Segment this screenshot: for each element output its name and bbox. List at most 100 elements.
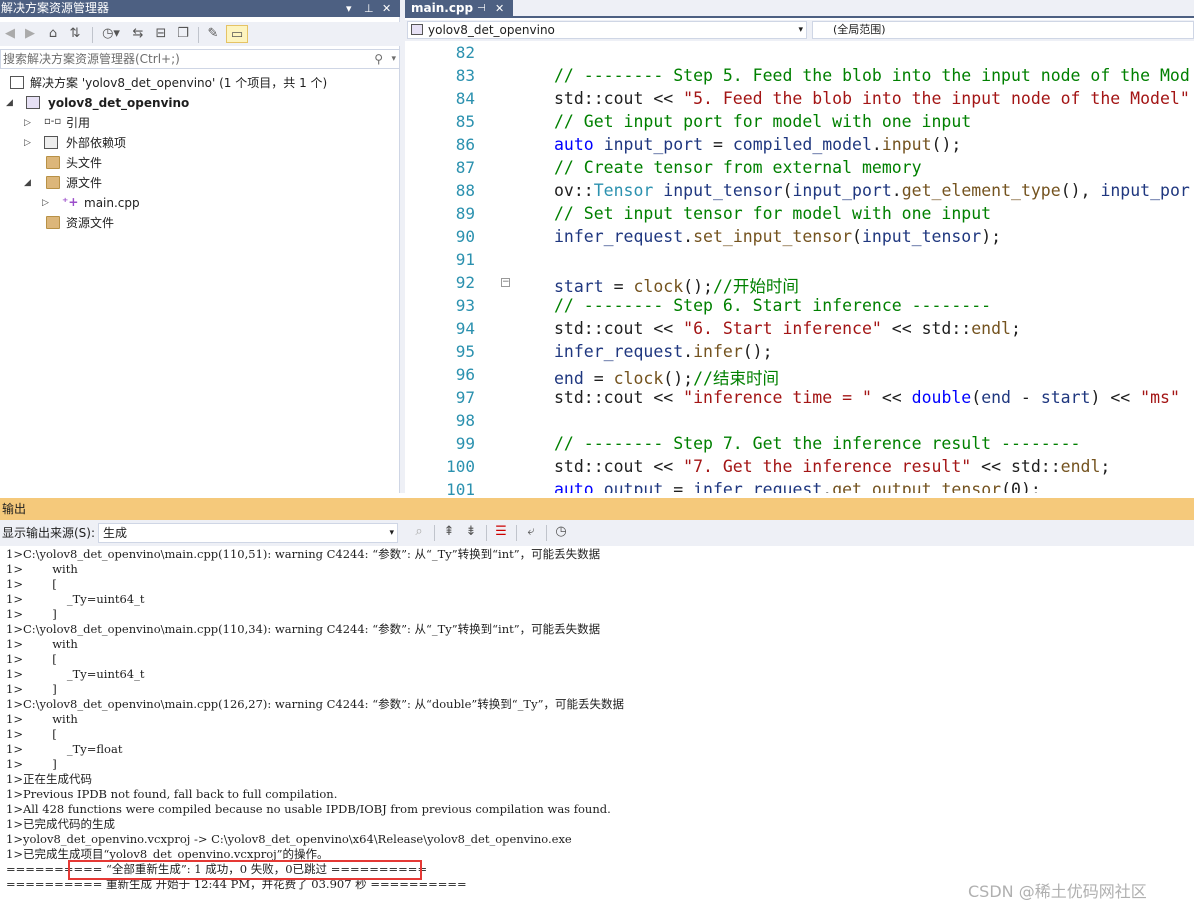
output-line: 1> _Ty=uint64_t [6,667,145,681]
output-source-dropdown[interactable]: 生成 ▾ [98,523,398,543]
line-number: 92 [455,273,475,292]
output-line: 1> with [6,637,78,651]
tree-item-source-files[interactable]: ◢ 源文件 [0,173,400,193]
tree-item-label: 头文件 [66,156,103,170]
switch-view-icon[interactable]: ⇅ [66,25,84,43]
line-number-gutter: 82 83 84 85 86 87 88 89 90 91 92 93 94 95 96 97 98 99 100 1… [405,41,510,499]
preview-selected-icon[interactable]: ▭ [226,25,248,43]
clock-icon[interactable]: ◷ [552,523,570,541]
code-line: auto input_port = compiled_model.input()… [554,135,962,154]
solution-explorer-panel: 解决方案资源管理器 ▾ ⊥ ✕ ◀ ▶ ⌂ ⇅ ◷▾ ⇆ ⊟ ❐ ✎ ▭ 搜索解… [0,0,400,493]
line-number: 100 [446,457,475,476]
tree-item-header-files[interactable]: 头文件 [0,153,400,173]
collapse-arrow-icon[interactable]: ◢ [24,173,31,193]
tree-item-label: main.cpp [84,196,140,210]
close-tab-icon[interactable]: ✕ [495,0,504,17]
collapse-arrow-icon[interactable]: ◢ [6,93,13,113]
line-number: 90 [455,227,475,246]
dropdown-icon[interactable]: ▾ [346,0,352,17]
output-line: 1>C:\yolov8_det_openvino\main.cpp(110,34… [6,622,601,636]
sync-icon[interactable]: ⇆ [130,25,146,43]
collapse-all-icon[interactable]: ⊟ [152,25,170,43]
line-number: 89 [455,204,475,223]
expand-arrow-icon[interactable]: ▷ [24,133,31,153]
line-number: 87 [455,158,475,177]
output-line: 1> [ [6,652,57,666]
tab-label: main.cpp [411,1,474,15]
show-all-files-icon[interactable]: ❐ [174,25,192,43]
references-icon: ▫-▫ [44,116,62,127]
scope-dropdown-value: (全局范围) [833,23,886,36]
pin-icon[interactable]: ⊣ [477,0,486,17]
search-options-icon[interactable]: ▾ [391,50,396,68]
pin-icon[interactable]: ⊥ [364,0,374,17]
output-line: 1> [ [6,577,57,591]
history-icon[interactable]: ◷▾ [98,25,124,43]
tree-item-references[interactable]: ▷ ▫-▫ 引用 [0,113,400,133]
solution-explorer-title: 解决方案资源管理器 ▾ ⊥ ✕ [0,0,400,17]
search-input[interactable]: 搜索解决方案资源管理器(Ctrl+;) ⚲ ▾ [0,49,400,69]
output-source-label: 显示输出来源(S): [2,526,96,540]
highlight-box [68,860,422,880]
project-icon [26,96,40,109]
back-icon[interactable]: ◀ [2,25,18,43]
chevron-down-icon: ▾ [798,25,803,35]
forward-icon[interactable]: ▶ [22,25,38,43]
tree-item-main-cpp[interactable]: ▷ ⁺+ main.cpp [0,193,400,213]
line-number: 95 [455,342,475,361]
code-line: std::cout << "6. Start inference" << std… [554,319,1021,338]
tree-item-resource-files[interactable]: 资源文件 [0,213,400,233]
next-message-icon[interactable]: ⇟ [462,523,480,541]
output-text[interactable]: 1>C:\yolov8_det_openvino\main.cpp(110,51… [0,546,1194,909]
code-line: // -------- Step 6. Start inference ----… [554,296,992,315]
line-number: 84 [455,89,475,108]
output-line: 1> ] [6,757,57,771]
line-number: 101 [446,480,475,499]
folder-icon [46,216,60,229]
output-line: 1> _Ty=float [6,742,123,756]
output-title: 输出 [2,502,27,516]
expand-arrow-icon[interactable]: ▷ [42,193,49,213]
output-line: 1>已完成代码的生成 [6,817,115,831]
code-line: infer_request.set_input_tensor(input_ten… [554,227,1002,246]
line-number: 99 [455,434,475,453]
output-line: 1> _Ty=uint64_t [6,592,145,606]
project-dropdown[interactable]: yolov8_det_openvino ▾ [407,21,807,39]
word-wrap-icon[interactable]: ⤶ [522,523,540,541]
expand-arrow-icon[interactable]: ▷ [24,113,31,133]
output-line: 1>正在生成代码 [6,772,92,786]
home-icon[interactable]: ⌂ [44,25,62,43]
tree-item-external-deps[interactable]: ▷ 外部依赖项 [0,133,400,153]
code-line: end = clock();//结束时间 [554,369,779,388]
find-message-icon[interactable]: ⌕ [410,523,428,541]
tree-item-project[interactable]: ◢ yolov8_det_openvino [0,93,400,113]
code-line: // Set input tensor for model with one i… [554,204,992,223]
external-deps-icon [44,136,58,149]
line-number: 85 [455,112,475,131]
project-icon [411,24,423,35]
previous-message-icon[interactable]: ⇞ [440,523,458,541]
line-number: 94 [455,319,475,338]
folder-icon [46,176,60,189]
line-number: 91 [455,250,475,269]
code-line: std::cout << "inference time = " << doub… [554,388,1180,407]
clear-all-icon[interactable]: ☰ [492,523,510,541]
navigation-bar: yolov8_det_openvino ▾ (全局范围) [405,20,1194,41]
close-icon[interactable]: ✕ [382,0,391,17]
line-number: 88 [455,181,475,200]
line-number: 82 [455,43,475,62]
code-line: start = clock();//开始时间 [554,277,799,296]
line-number: 83 [455,66,475,85]
properties-icon[interactable]: ✎ [204,25,222,43]
code-area[interactable]: // -------- Step 5. Feed the blob into t… [508,41,1194,493]
cpp-file-icon: ⁺+ [62,195,79,209]
output-line: 1>All 428 functions were compiled becaus… [6,802,611,816]
output-line: 1> [ [6,727,57,741]
scope-dropdown[interactable]: (全局范围) [812,21,1194,39]
tab-main-cpp[interactable]: main.cpp ⊣ ✕ [405,0,513,18]
tree-item-solution[interactable]: 解决方案 'yolov8_det_openvino' (1 个项目，共 1 个) [0,73,400,93]
output-panel-title: 输出 [0,498,1194,520]
output-line: 1>C:\yolov8_det_openvino\main.cpp(110,51… [6,547,601,561]
line-number: 98 [455,411,475,430]
output-line: 1>yolov8_det_openvino.vcxproj -> C:\yolo… [6,832,572,846]
